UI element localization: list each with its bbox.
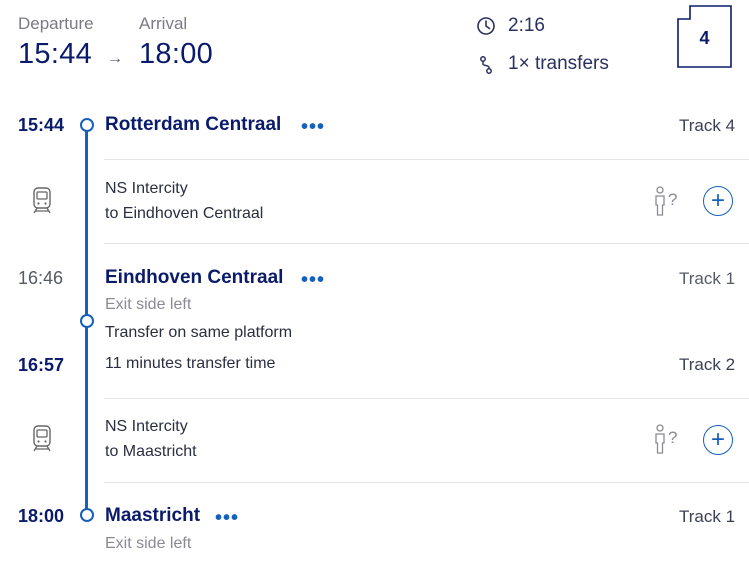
divider [104,398,749,399]
transfer-note: Transfer on same platform [105,324,293,341]
station-name-rotterdam[interactable]: Rotterdam Centraal [105,114,281,136]
train-icon [31,424,53,459]
station-name-eindhoven[interactable]: Eindhoven Centraal [105,267,283,289]
train-service-name: NS Intercity [105,180,188,197]
train-destination: to Maastricht [105,443,197,460]
clock-icon [476,16,496,41]
divider [104,482,749,483]
train-icon [31,186,53,221]
trip-duration: 2:16 [508,15,545,36]
add-plus-icon[interactable]: + [703,186,733,216]
train-service-name: NS Intercity [105,418,188,435]
track-label: Track 1 [679,269,736,288]
station-name-maastricht[interactable]: Maastricht [105,505,200,527]
platform-number: 4 [699,28,710,48]
transfer-time-info: 11 minutes transfer time [105,355,276,372]
divider [104,159,749,160]
more-options-button[interactable]: ••• [301,116,325,139]
arrival-stop-time: 18:00 [18,506,65,526]
track-label: Track 2 [679,355,736,374]
person-icon[interactable] [652,424,668,459]
arrival-label: Arrival [139,14,188,33]
departure-stop-time: 15:44 [18,115,65,135]
departure-time: 15:44 [18,38,93,70]
exit-side-info: Exit side left [105,296,192,313]
crowd-unknown-mark: ? [668,190,678,209]
transfer-icon [476,55,496,80]
transfers-count: 1× transfers [508,53,609,74]
track-label: Track 4 [679,116,736,135]
arrow-icon: → [107,50,123,67]
person-icon[interactable] [652,186,668,221]
add-plus-icon[interactable]: + [703,425,733,455]
stop-dot-maastricht [80,508,94,522]
arrival-time: 18:00 [139,38,214,70]
track-label: Track 1 [679,507,736,526]
train-destination: to Eindhoven Centraal [105,205,264,222]
more-options-button[interactable]: ••• [301,269,325,292]
more-options-button[interactable]: ••• [215,507,239,530]
stop-dot-eindhoven [80,314,94,328]
stop-dot-rotterdam [80,118,94,132]
crowd-unknown-mark: ? [668,428,678,447]
divider [104,243,749,244]
arrival-stop-time: 16:46 [18,268,64,288]
departure-label: Departure [18,14,94,33]
platform-badge-icon: 4 [677,5,732,68]
exit-side-info: Exit side left [105,535,192,552]
departure-stop-time: 16:57 [18,355,65,375]
